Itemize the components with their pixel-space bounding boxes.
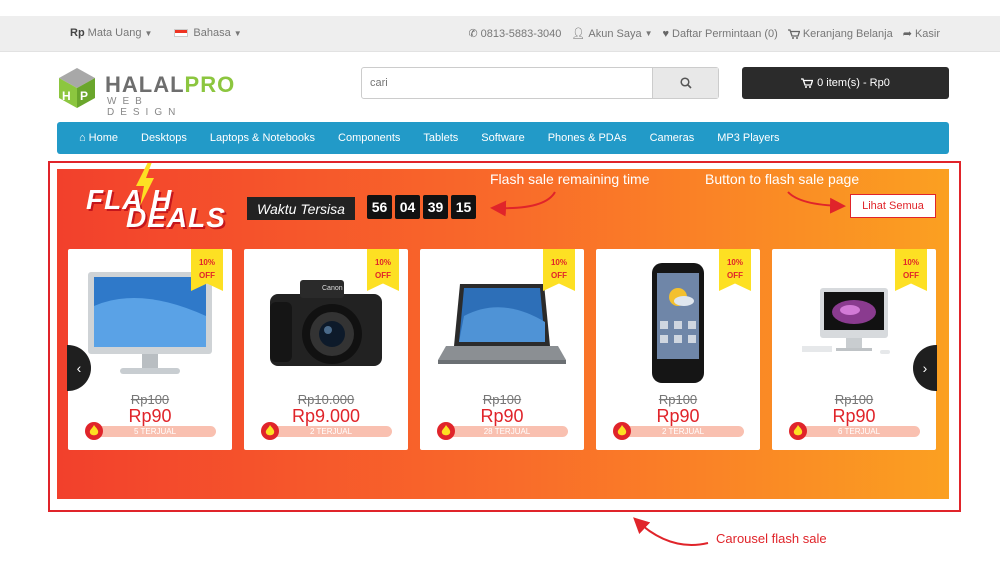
caret-down-icon: ▼ xyxy=(144,28,153,38)
caret-down-icon: ▼ xyxy=(233,28,242,38)
wishlist-label: Daftar Permintaan (0) xyxy=(672,27,778,40)
carousel-annotation-arrow xyxy=(633,517,709,546)
currency-label: Mata Uang xyxy=(87,27,142,39)
cart-button[interactable]: 0 item(s) - Rp0 xyxy=(742,67,949,99)
phone-number: 0813-5883-3040 xyxy=(480,27,562,40)
site-logo[interactable]: H P HALALPRO WEB DESIGN xyxy=(55,66,234,118)
svg-text:P: P xyxy=(80,89,88,103)
nav-item-mp3[interactable]: MP3 Players xyxy=(717,132,779,144)
nav-item-tablets[interactable]: Tablets xyxy=(423,132,458,144)
search-button[interactable] xyxy=(652,68,718,98)
nav-item-software[interactable]: Software xyxy=(481,132,524,144)
main-nav: ⌂ Home Desktops Laptops & Notebooks Compo… xyxy=(57,122,949,154)
logo-tagline: WEB DESIGN xyxy=(107,96,182,118)
annotation-outline xyxy=(48,161,961,512)
account-dropdown[interactable]: 👤︎ Akun Saya ▼ xyxy=(571,27,653,41)
home-icon: ⌂ xyxy=(79,132,86,144)
heart-icon: ♥ xyxy=(662,27,670,40)
currency-symbol: Rp xyxy=(70,27,85,39)
nav-item-components[interactable]: Components xyxy=(338,132,400,144)
cart-summary: 0 item(s) - Rp0 xyxy=(817,77,890,89)
nav-item-desktops[interactable]: Desktops xyxy=(141,132,187,144)
nav-item-laptops[interactable]: Laptops & Notebooks xyxy=(210,132,315,144)
phone-icon: ✆ xyxy=(468,28,478,40)
phone-link[interactable]: ✆ 0813-5883-3040 xyxy=(468,27,562,41)
caret-down-icon: ▼ xyxy=(644,29,653,38)
language-label: Bahasa xyxy=(193,27,231,39)
checkout-label: Kasir xyxy=(914,27,940,40)
shopping-cart-link[interactable]: Keranjang Belanja xyxy=(787,27,893,40)
halalpro-logo-icon: H P xyxy=(59,68,95,108)
nav-item-label: Home xyxy=(88,132,118,144)
wishlist-link[interactable]: ♥ Daftar Permintaan (0) xyxy=(663,28,778,40)
search-icon xyxy=(679,77,692,89)
logo-title: HALALPRO xyxy=(105,72,235,98)
search-bar xyxy=(361,67,719,99)
currency-dropdown[interactable]: Rp Mata Uang ▼ xyxy=(70,27,152,39)
logo-title-part1: HALAL xyxy=(105,72,185,97)
cart-icon xyxy=(801,78,814,88)
nav-item-phones[interactable]: Phones & PDAs xyxy=(548,132,627,144)
cart-link-label: Keranjang Belanja xyxy=(802,27,893,40)
share-arrow-icon: ➦ xyxy=(902,28,912,40)
top-bar: Rp Mata Uang ▼ Bahasa ▼ ✆ 0813-5883-3040… xyxy=(0,16,1000,52)
svg-text:H: H xyxy=(62,89,71,103)
cart-icon xyxy=(787,28,800,39)
indonesia-flag-icon xyxy=(174,29,189,37)
nav-item-cameras[interactable]: Cameras xyxy=(650,132,695,144)
search-input[interactable] xyxy=(362,68,654,98)
language-dropdown[interactable]: Bahasa ▼ xyxy=(174,27,242,39)
checkout-link[interactable]: ➦ Kasir xyxy=(902,27,940,41)
logo-title-part2: PRO xyxy=(184,72,236,97)
nav-item-home[interactable]: ⌂ Home xyxy=(79,132,118,144)
account-label: Akun Saya xyxy=(588,27,642,40)
user-icon: 👤︎ xyxy=(571,28,586,40)
annotation-carousel: Carousel flash sale xyxy=(716,531,827,546)
